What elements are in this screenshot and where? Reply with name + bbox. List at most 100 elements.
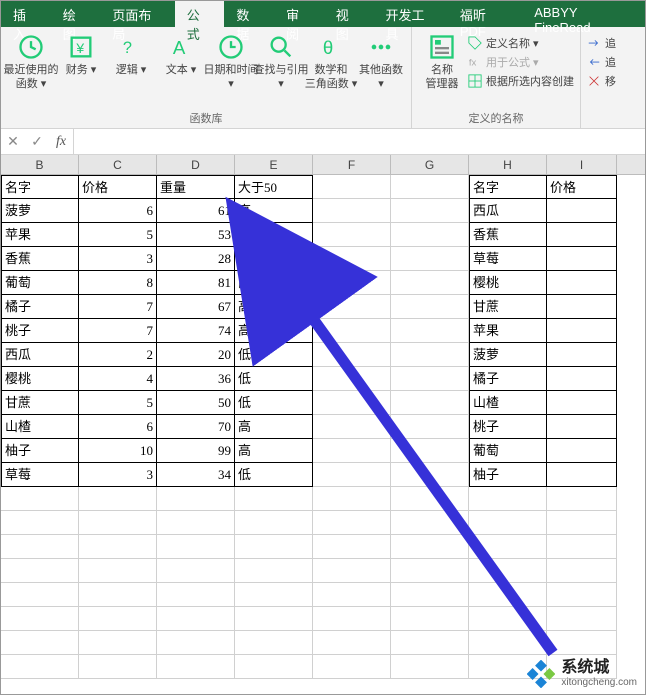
cell-D7[interactable]: 74 — [157, 319, 235, 343]
cell-H18[interactable] — [469, 583, 547, 607]
cell-H16[interactable] — [469, 535, 547, 559]
cell-H2[interactable]: 西瓜 — [469, 199, 547, 223]
cell-H7[interactable]: 苹果 — [469, 319, 547, 343]
cell-C17[interactable] — [79, 559, 157, 583]
cell-B21[interactable] — [1, 655, 79, 679]
cell-H6[interactable]: 甘蔗 — [469, 295, 547, 319]
cell-B16[interactable] — [1, 535, 79, 559]
ribbon-btn-logic[interactable]: ?逻辑 ▾ — [107, 31, 155, 80]
cell-B17[interactable] — [1, 559, 79, 583]
cell-F16[interactable] — [313, 535, 391, 559]
cell-H19[interactable] — [469, 607, 547, 631]
cell-B10[interactable]: 甘蔗 — [1, 391, 79, 415]
cell-F15[interactable] — [313, 511, 391, 535]
formula-input[interactable] — [74, 129, 645, 154]
cell-C11[interactable]: 6 — [79, 415, 157, 439]
ribbon-btn-finance[interactable]: ¥财务 ▾ — [57, 31, 105, 80]
tab-insert[interactable]: 插入 — [1, 1, 51, 27]
cell-G10[interactable] — [391, 391, 469, 415]
cell-C12[interactable]: 10 — [79, 439, 157, 463]
cell-H8[interactable]: 菠萝 — [469, 343, 547, 367]
tab-devtools[interactable]: 开发工具 — [373, 1, 447, 27]
cell-D16[interactable] — [157, 535, 235, 559]
cell-C4[interactable]: 3 — [79, 247, 157, 271]
cell-H12[interactable]: 葡萄 — [469, 439, 547, 463]
cell-I16[interactable] — [547, 535, 617, 559]
cell-C5[interactable]: 8 — [79, 271, 157, 295]
cell-H10[interactable]: 山楂 — [469, 391, 547, 415]
cell-E5[interactable]: 高 — [235, 271, 313, 295]
column-header-C[interactable]: C — [79, 155, 157, 174]
cell-I5[interactable] — [547, 271, 617, 295]
cell-D15[interactable] — [157, 511, 235, 535]
column-header-I[interactable]: I — [547, 155, 617, 174]
cell-B20[interactable] — [1, 631, 79, 655]
cell-G9[interactable] — [391, 367, 469, 391]
cell-E18[interactable] — [235, 583, 313, 607]
cell-B19[interactable] — [1, 607, 79, 631]
ribbon-btn-datetime[interactable]: 日期和时间 ▾ — [207, 31, 255, 94]
cell-C2[interactable]: 6 — [79, 199, 157, 223]
cell-E6[interactable]: 高 — [235, 295, 313, 319]
cell-C1[interactable]: 价格 — [79, 175, 157, 199]
cell-D14[interactable] — [157, 487, 235, 511]
cell-H20[interactable] — [469, 631, 547, 655]
cell-E17[interactable] — [235, 559, 313, 583]
cell-I2[interactable] — [547, 199, 617, 223]
cell-I1[interactable]: 价格 — [547, 175, 617, 199]
cell-B3[interactable]: 苹果 — [1, 223, 79, 247]
cell-E8[interactable]: 低 — [235, 343, 313, 367]
cell-G5[interactable] — [391, 271, 469, 295]
cell-D18[interactable] — [157, 583, 235, 607]
cell-D4[interactable]: 28 — [157, 247, 235, 271]
cell-F20[interactable] — [313, 631, 391, 655]
cell-G13[interactable] — [391, 463, 469, 487]
cell-I11[interactable] — [547, 415, 617, 439]
cell-G12[interactable] — [391, 439, 469, 463]
cell-C3[interactable]: 5 — [79, 223, 157, 247]
cell-E4[interactable]: 低 — [235, 247, 313, 271]
cell-I7[interactable] — [547, 319, 617, 343]
cell-D20[interactable] — [157, 631, 235, 655]
cell-B2[interactable]: 菠萝 — [1, 199, 79, 223]
cell-I18[interactable] — [547, 583, 617, 607]
cell-F14[interactable] — [313, 487, 391, 511]
cell-H15[interactable] — [469, 511, 547, 535]
cell-F18[interactable] — [313, 583, 391, 607]
cell-E9[interactable]: 低 — [235, 367, 313, 391]
cell-C8[interactable]: 2 — [79, 343, 157, 367]
cell-I8[interactable] — [547, 343, 617, 367]
cell-G7[interactable] — [391, 319, 469, 343]
cell-B12[interactable]: 柚子 — [1, 439, 79, 463]
cell-G1[interactable] — [391, 175, 469, 199]
cell-F11[interactable] — [313, 415, 391, 439]
cell-E1[interactable]: 大于50 — [235, 175, 313, 199]
cell-H14[interactable] — [469, 487, 547, 511]
cell-B6[interactable]: 橘子 — [1, 295, 79, 319]
ribbon-btn-recent[interactable]: 最近使用的 函数 ▾ — [7, 31, 55, 94]
enter-button[interactable]: ✓ — [25, 133, 49, 150]
cell-C18[interactable] — [79, 583, 157, 607]
cell-E3[interactable]: 高 — [235, 223, 313, 247]
cell-D8[interactable]: 20 — [157, 343, 235, 367]
cancel-button[interactable]: ✕ — [1, 133, 25, 150]
cell-B11[interactable]: 山楂 — [1, 415, 79, 439]
cell-F19[interactable] — [313, 607, 391, 631]
tab-abbyy[interactable]: ABBYY FineRead — [522, 1, 645, 27]
cell-F17[interactable] — [313, 559, 391, 583]
tab-review[interactable]: 审阅 — [274, 1, 324, 27]
cell-G14[interactable] — [391, 487, 469, 511]
cell-G4[interactable] — [391, 247, 469, 271]
cell-E21[interactable] — [235, 655, 313, 679]
column-header-E[interactable]: E — [235, 155, 313, 174]
cell-C15[interactable] — [79, 511, 157, 535]
cell-F3[interactable] — [313, 223, 391, 247]
cell-F13[interactable] — [313, 463, 391, 487]
tab-foxitpdf[interactable]: 福昕PDF — [448, 1, 522, 27]
cell-E16[interactable] — [235, 535, 313, 559]
cell-E7[interactable]: 高 — [235, 319, 313, 343]
cell-G15[interactable] — [391, 511, 469, 535]
cell-F8[interactable] — [313, 343, 391, 367]
cell-I13[interactable] — [547, 463, 617, 487]
ribbon-btn-text[interactable]: A文本 ▾ — [157, 31, 205, 80]
